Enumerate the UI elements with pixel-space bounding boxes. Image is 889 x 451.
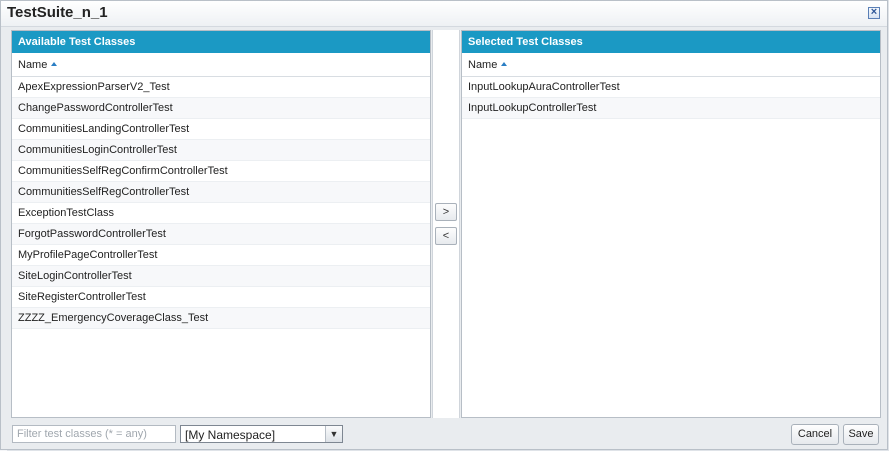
dialog-title: TestSuite_n_1 <box>7 4 108 21</box>
close-icon[interactable]: × <box>868 7 880 19</box>
sort-ascending-icon <box>51 62 58 66</box>
sort-ascending-icon <box>501 62 508 66</box>
list-item[interactable]: CommunitiesLandingControllerTest <box>12 119 430 140</box>
list-item[interactable]: ZZZZ_EmergencyCoverageClass_Test <box>12 308 430 329</box>
dialog-titlebar: TestSuite_n_1 × <box>1 1 887 27</box>
column-label: Name <box>18 59 48 71</box>
cancel-button[interactable]: Cancel <box>791 424 839 445</box>
namespace-select-value: [My Namespace] <box>185 428 276 442</box>
filter-test-classes-input[interactable] <box>12 425 176 443</box>
list-item[interactable]: MyProfilePageControllerTest <box>12 245 430 266</box>
column-label: Name <box>468 59 498 71</box>
selected-class-list: InputLookupAuraControllerTest InputLookup… <box>462 77 880 119</box>
list-item[interactable]: SiteLoginControllerTest <box>12 266 430 287</box>
add-to-selected-button[interactable]: > <box>435 203 457 221</box>
list-item[interactable]: CommunitiesLoginControllerTest <box>12 140 430 161</box>
remove-from-selected-button[interactable]: < <box>435 227 457 245</box>
available-class-list: ApexExpressionParserV2_Test ChangePasswor… <box>12 77 430 329</box>
chevron-down-icon[interactable]: ▼ <box>325 426 342 442</box>
test-suite-dialog: TestSuite_n_1 × Available Test Classes N… <box>0 0 888 450</box>
list-item[interactable]: CommunitiesSelfRegConfirmControllerTest <box>12 161 430 182</box>
namespace-select[interactable]: [My Namespace] ▼ <box>180 425 343 443</box>
list-item[interactable]: ApexExpressionParserV2_Test <box>12 77 430 98</box>
available-name-column-header[interactable]: Name <box>12 53 430 77</box>
selected-name-column-header[interactable]: Name <box>462 53 880 77</box>
transfer-controls: > < <box>432 30 460 418</box>
available-panel-header: Available Test Classes <box>12 31 430 53</box>
list-item[interactable]: InputLookupControllerTest <box>462 98 880 119</box>
list-item[interactable]: InputLookupAuraControllerTest <box>462 77 880 98</box>
save-button[interactable]: Save <box>843 424 879 445</box>
list-item[interactable]: SiteRegisterControllerTest <box>12 287 430 308</box>
selected-panel-header: Selected Test Classes <box>462 31 880 53</box>
selected-classes-panel: Selected Test Classes Name InputLookupAu… <box>461 30 881 418</box>
list-item[interactable]: ChangePasswordControllerTest <box>12 98 430 119</box>
list-item[interactable]: CommunitiesSelfRegControllerTest <box>12 182 430 203</box>
list-item[interactable]: ExceptionTestClass <box>12 203 430 224</box>
available-classes-panel: Available Test Classes Name ApexExpressi… <box>11 30 431 418</box>
list-item[interactable]: ForgotPasswordControllerTest <box>12 224 430 245</box>
